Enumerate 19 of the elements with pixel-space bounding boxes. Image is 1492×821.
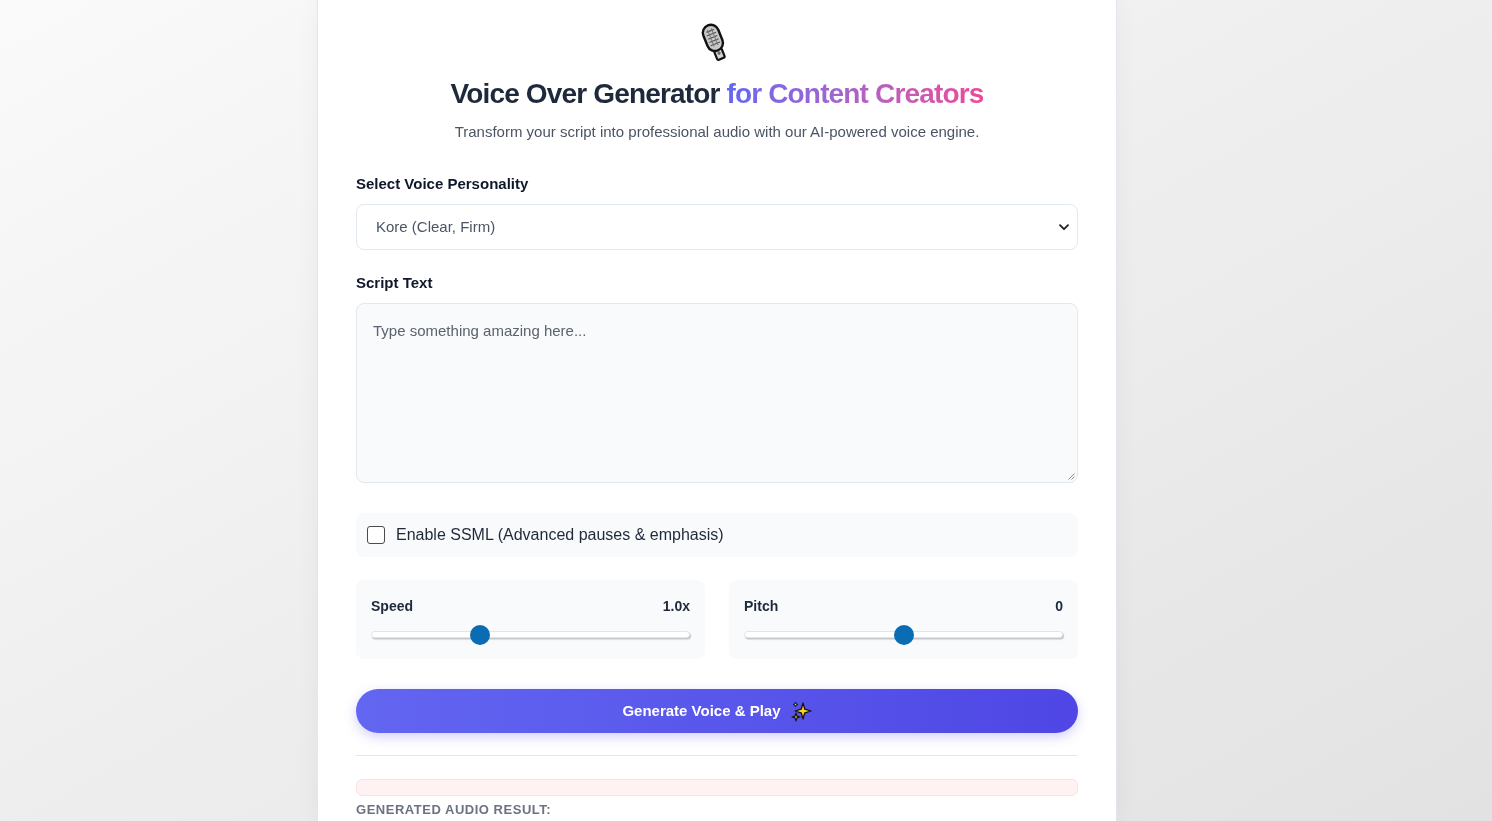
slider-thumb[interactable] (469, 624, 490, 645)
slider-value: 0 (1055, 597, 1063, 615)
section-heading: GENERATED AUDIO RESULT: (356, 802, 553, 818)
slider-thumb[interactable] (893, 624, 914, 645)
ssml-label: Enable SSML (Advanced pauses & emphasis) (396, 525, 724, 545)
page-title: Voice Over Generator for Content Creators (449, 77, 985, 111)
chevron-down-icon (1059, 223, 1069, 231)
subtitle: Transform your script into professional audio with our AI-powered voice engine. (453, 122, 981, 142)
slider-value: 1.0x (662, 597, 690, 615)
slider-label: Pitch (744, 597, 779, 615)
field-label: Select Voice Personality (356, 174, 530, 194)
voice-select[interactable]: Kore (Clear, Firm) (356, 204, 1078, 250)
script-textarea[interactable]: Type something amazing here... (356, 303, 1078, 483)
slider-label: Speed (371, 597, 413, 615)
sparkles-icon (790, 700, 812, 722)
resize-grip-icon[interactable] (1068, 473, 1075, 480)
generate-button[interactable]: Generate Voice & Play (356, 689, 1078, 733)
checkbox[interactable] (367, 526, 385, 544)
field-label: Script Text (356, 273, 434, 293)
